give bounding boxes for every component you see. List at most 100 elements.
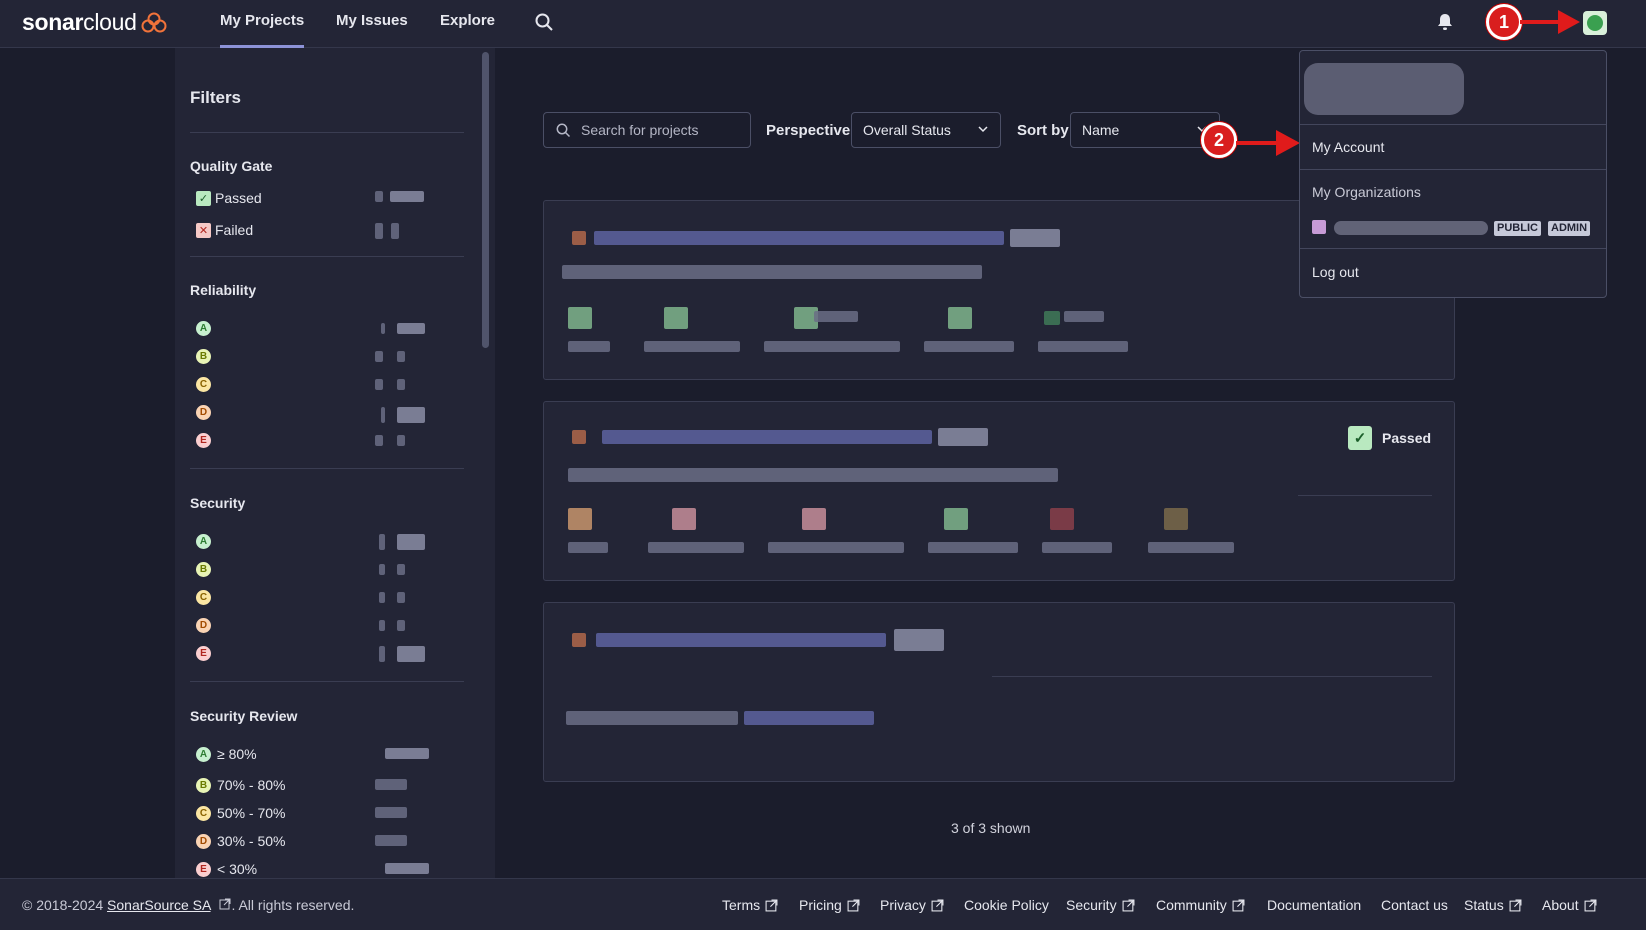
footer-link-about[interactable]: About [1542,897,1597,913]
divider [190,468,464,469]
filter-reliability-c[interactable]: C [196,374,217,394]
grade-d-icon: D [196,404,211,420]
filter-label: ≥ 80% [217,746,257,762]
facet-title-security: Security [190,495,246,511]
filter-security-e[interactable]: E [196,643,217,663]
user-name-blurred [1304,63,1464,115]
logo-text-bold: sonar [22,9,84,35]
sonarcloud-logo[interactable]: sonarcloud [22,9,167,36]
my-account-link[interactable]: My Account [1312,139,1384,155]
footer-link-community[interactable]: Community [1156,897,1245,913]
search-field[interactable] [581,122,741,138]
footer-link-documentation[interactable]: Documentation [1267,897,1361,913]
project-search-input[interactable] [543,112,751,148]
grade-c-icon: C [196,805,211,821]
sonarsource-link[interactable]: SonarSource SA [107,897,211,913]
filter-label: < 30% [217,861,258,877]
filter-reliability-e[interactable]: E [196,430,217,450]
filter-label: 70% - 80% [217,777,286,793]
filters-sidebar: Filters Quality Gate ✓ Passed ✕ Failed R… [175,48,495,878]
project-card[interactable] [543,602,1455,782]
organization-link[interactable] [1334,221,1488,235]
perspective-select[interactable]: Overall Status [851,112,1001,148]
user-avatar-button[interactable] [1583,11,1607,35]
filter-security-review-c[interactable]: C 50% - 70% [196,803,285,823]
footer-link-security[interactable]: Security [1066,897,1135,913]
divider [190,256,464,257]
nav-explore[interactable]: Explore [440,12,495,29]
logout-link[interactable]: Log out [1312,264,1359,280]
sidebar-scrollbar[interactable] [482,52,489,348]
footer-link-pricing[interactable]: Pricing [799,897,860,913]
filters-title: Filters [190,88,242,107]
quality-gate-status: ✓ Passed [1348,426,1431,450]
grade-b-icon: B [196,348,211,364]
external-link-icon [847,899,860,911]
results-count: 3 of 3 shown [951,820,1031,836]
avatar-icon [1587,15,1603,31]
logo-text-light: cloud [83,9,137,35]
sort-label: Sort by [1017,122,1069,139]
project-card[interactable]: ✓ Passed [543,401,1455,581]
footer: © 2018-2024 SonarSource SA . All rights … [0,878,1646,930]
grade-e-icon: E [196,432,211,448]
grade-d-icon: D [196,833,211,849]
check-icon: ✓ [1348,426,1372,450]
footer-link-status[interactable]: Status [1464,897,1522,913]
search-icon[interactable] [534,12,554,37]
facet-title-quality-gate: Quality Gate [190,158,273,174]
status-text: Passed [1382,430,1432,446]
sort-select[interactable]: Name [1070,112,1220,148]
filter-security-review-a[interactable]: A ≥ 80% [196,744,257,764]
grade-b-icon: B [196,561,211,577]
annotation-callout-1: 1 [1486,4,1522,40]
filter-security-b[interactable]: B [196,559,217,579]
copyright: © 2018-2024 SonarSource SA . All rights … [22,897,355,913]
organization-avatar-icon [1312,220,1326,234]
external-link-icon [931,899,944,911]
filter-security-review-b[interactable]: B 70% - 80% [196,775,285,795]
footer-link-contact-us[interactable]: Contact us [1381,897,1448,913]
divider [1300,124,1606,125]
divider [992,676,1432,677]
external-link-icon [765,899,778,911]
annotation-arrow-1 [1520,10,1580,34]
external-link-icon [1509,899,1522,911]
nav-my-projects[interactable]: My Projects [220,12,305,48]
filter-reliability-b[interactable]: B [196,346,217,366]
filter-security-review-e[interactable]: E < 30% [196,859,257,878]
cross-icon: ✕ [196,222,211,238]
external-link-icon [1584,899,1597,911]
filter-passed[interactable]: ✓ Passed [196,188,262,208]
grade-c-icon: C [196,589,211,605]
filter-security-a[interactable]: A [196,531,217,551]
filter-security-d[interactable]: D [196,615,217,635]
notification-bell-icon[interactable] [1436,12,1454,37]
account-dropdown-menu: My Account My Organizations PUBLIC ADMIN… [1299,50,1607,298]
annotation-arrow-2 [1236,130,1300,156]
filter-reliability-a[interactable]: A [196,318,217,338]
nav-my-issues[interactable]: My Issues [336,12,408,29]
external-link-icon [1122,899,1135,911]
grade-a-icon: A [196,320,211,336]
footer-link-cookie-policy[interactable]: Cookie Policy [964,897,1049,913]
divider [1298,495,1432,496]
sort-value: Name [1082,122,1120,138]
my-organizations-label: My Organizations [1312,184,1421,200]
facet-title-security-review: Security Review [190,708,298,724]
footer-link-terms[interactable]: Terms [722,897,778,913]
org-admin-tag: ADMIN [1548,221,1591,236]
org-public-tag: PUBLIC [1494,221,1541,236]
grade-a-icon: A [196,533,211,549]
filter-security-c[interactable]: C [196,587,217,607]
perspective-value: Overall Status [863,122,951,138]
footer-link-privacy[interactable]: Privacy [880,897,944,913]
filter-label: 30% - 50% [217,833,286,849]
filter-label: Failed [215,222,254,238]
filter-failed[interactable]: ✕ Failed [196,220,253,240]
filter-label: Passed [215,190,262,206]
filter-security-review-d[interactable]: D 30% - 50% [196,831,285,851]
filter-reliability-d[interactable]: D [196,402,217,422]
top-navigation-bar: sonarcloud My Projects My Issues Explore [0,0,1646,48]
facet-title-reliability: Reliability [190,282,257,298]
